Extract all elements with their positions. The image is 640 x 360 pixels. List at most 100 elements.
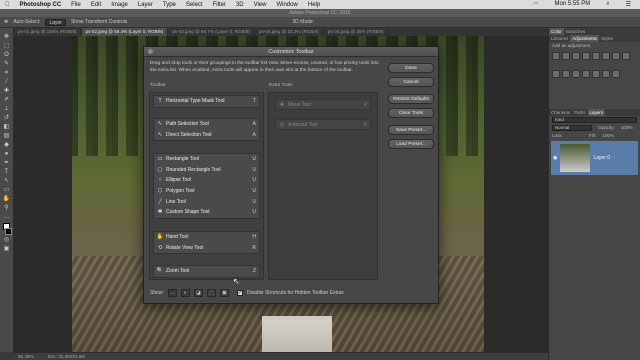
tool-item[interactable]: ⟲ Rotate View Tool R xyxy=(154,243,259,254)
extra-tool-item[interactable]: ✥ Move Tool V xyxy=(275,99,371,110)
tool-group[interactable]: ↖ Path Selection Tool A ↖ Direct Selecti… xyxy=(153,118,260,142)
opacity-value[interactable]: 100% xyxy=(618,124,636,132)
move-tool-icon[interactable]: ✥ xyxy=(4,19,8,25)
curves-icon[interactable] xyxy=(572,52,580,60)
more-icon[interactable]: … xyxy=(3,214,11,221)
disable-shortcuts-checkbox[interactable]: ✓ xyxy=(236,290,243,296)
doc-tab[interactable]: ps-05.jpeg @ 25% (RGB/8) xyxy=(324,28,389,36)
doc-tab[interactable]: ps-04.jpeg @ 33.3% (RGB/8) xyxy=(255,28,324,36)
tab-paths[interactable]: Paths xyxy=(572,109,588,116)
menu-3d[interactable]: 3D xyxy=(231,2,249,8)
gradient-map-icon[interactable] xyxy=(602,70,610,78)
tool-group[interactable]: ▭ Rectangle Tool U ▢ Rounded Rectangle T… xyxy=(153,153,260,219)
load-preset-button[interactable]: Load Preset... xyxy=(388,139,434,149)
tool-group[interactable]: T Horizontal Type Mask Tool T xyxy=(153,95,260,108)
levels-icon[interactable] xyxy=(562,52,570,60)
toolbar-list[interactable]: T Horizontal Type Mask Tool T ↖ Path Sel… xyxy=(149,92,264,280)
extra-tools-list[interactable]: ✥ Move Tool V ⊡ Artboard Tool V xyxy=(268,92,378,280)
shape-icon[interactable]: ▭ xyxy=(3,187,11,194)
tool-item[interactable]: ✱ Custom Shape Tool U xyxy=(154,207,259,218)
path-select-icon[interactable]: ↖ xyxy=(3,178,11,185)
menu-file[interactable]: File xyxy=(66,2,86,8)
tab-styles[interactable]: Styles xyxy=(599,35,615,42)
clear-tools-button[interactable]: Clear Tools xyxy=(388,108,434,118)
threshold-icon[interactable] xyxy=(592,70,600,78)
history-brush-icon[interactable]: ↺ xyxy=(3,115,11,122)
wifi-icon[interactable]: ◠ xyxy=(528,1,543,8)
doc-tab[interactable]: ps-01.jpeg @ 155% (RGB/8) xyxy=(14,28,82,36)
exposure-icon[interactable] xyxy=(582,52,590,60)
clock[interactable]: Mon 5:55 PM xyxy=(550,1,596,8)
tool-group[interactable]: 🔍 Zoom Tool Z xyxy=(153,265,260,278)
tool-item[interactable]: ○ Ellipse Tool U xyxy=(154,175,259,186)
more-tools-icon[interactable]: … xyxy=(167,289,177,297)
zoom-level[interactable]: 55.38% xyxy=(18,354,34,359)
quick-mask-icon[interactable]: ◎ xyxy=(3,237,11,244)
blur-icon[interactable]: ◆ xyxy=(3,142,11,149)
show-transform-checkbox[interactable]: Show Transform Controls xyxy=(71,19,127,25)
cancel-button[interactable]: Cancel xyxy=(388,77,434,87)
dodge-icon[interactable]: ● xyxy=(3,151,11,158)
kind-filter[interactable]: Kind xyxy=(552,117,637,123)
edit-toolbar-icon[interactable]: ◐ xyxy=(180,289,190,297)
blend-mode[interactable]: Normal xyxy=(552,125,592,131)
photo-filter-icon[interactable] xyxy=(552,70,560,78)
brush-icon[interactable]: ✐ xyxy=(3,97,11,104)
eye-icon[interactable]: ◉ xyxy=(553,155,557,161)
tool-item[interactable]: ↖ Path Selection Tool A xyxy=(154,119,259,130)
tool-item[interactable]: ▢ Rounded Rectangle Tool U xyxy=(154,165,259,176)
menu-view[interactable]: View xyxy=(249,2,272,8)
tab-color[interactable]: Color xyxy=(549,28,564,35)
color-balance-icon[interactable] xyxy=(612,52,620,60)
layer-name[interactable]: Layer 0 xyxy=(593,155,610,161)
healing-icon[interactable]: ✚ xyxy=(3,88,11,95)
lasso-icon[interactable]: ʘ xyxy=(3,52,11,59)
layer-row[interactable]: ◉ Layer 0 xyxy=(551,141,638,175)
channel-mixer-icon[interactable] xyxy=(562,70,570,78)
doc-tab-active[interactable]: ps-02.jpeg @ 55.4% (Layer 0, RGB/8) xyxy=(81,28,169,36)
menu-type[interactable]: Type xyxy=(158,2,181,8)
posterize-icon[interactable] xyxy=(582,70,590,78)
save-preset-button[interactable]: Save Preset... xyxy=(388,125,434,135)
stamp-icon[interactable]: ⊥ xyxy=(3,106,11,113)
menu-window[interactable]: Window xyxy=(272,2,303,8)
tool-item[interactable]: ↖ Direct Selection Tool A xyxy=(154,130,259,141)
type-icon[interactable]: T xyxy=(3,169,11,176)
close-icon[interactable] xyxy=(148,49,153,54)
auto-select-dropdown[interactable]: Layer xyxy=(45,18,66,26)
hand-icon[interactable]: ✋ xyxy=(3,196,11,203)
hue-icon[interactable] xyxy=(602,52,610,60)
background-color[interactable] xyxy=(5,228,12,235)
eyedropper-icon[interactable]: ⁄ xyxy=(3,79,11,86)
fill-value[interactable]: 100% xyxy=(599,132,617,139)
tool-item[interactable]: 🔍 Zoom Tool Z xyxy=(154,266,259,277)
screen-mode-icon[interactable]: ▣ xyxy=(3,246,11,253)
quick-mask-toggle-icon[interactable]: ⬚ xyxy=(206,289,216,297)
doc-tab[interactable]: ps-03.jpeg @ 66.7% (Layer 0, RGB/8) xyxy=(168,28,255,36)
app-name[interactable]: Photoshop CC xyxy=(15,2,67,8)
menu-layer[interactable]: Layer xyxy=(133,2,158,8)
vibrance-icon[interactable] xyxy=(592,52,600,60)
zoom-icon[interactable]: ⚲ xyxy=(3,205,11,212)
disable-shortcuts-label[interactable]: Disable Shortcuts for Hidden Toolbar Ext… xyxy=(247,290,344,296)
menu-edit[interactable]: Edit xyxy=(86,2,106,8)
brightness-icon[interactable] xyxy=(552,52,560,60)
tool-group[interactable]: ✋ Hand Tool H ⟲ Rotate View Tool R xyxy=(153,231,260,255)
pen-icon[interactable]: ✒ xyxy=(3,160,11,167)
auto-select-checkbox[interactable]: Auto-Select: xyxy=(13,19,40,25)
menu-image[interactable]: Image xyxy=(106,2,133,8)
marquee-icon[interactable]: ⬚ xyxy=(3,43,11,50)
apple-icon[interactable]:  xyxy=(0,2,15,8)
search-icon[interactable]: ⌕ xyxy=(601,1,614,8)
tool-item[interactable]: T Horizontal Type Mask Tool T xyxy=(154,96,259,107)
done-button[interactable]: Done xyxy=(388,63,434,73)
restore-defaults-button[interactable]: Restore Defaults xyxy=(388,94,434,104)
tool-item[interactable]: ╱ Line Tool U xyxy=(154,196,259,207)
bw-icon[interactable] xyxy=(622,52,630,60)
tool-item[interactable]: ▭ Rectangle Tool U xyxy=(154,154,259,165)
selective-color-icon[interactable] xyxy=(612,70,620,78)
menu-help[interactable]: Help xyxy=(303,2,325,8)
invert-icon[interactable] xyxy=(572,70,580,78)
extra-tool-item[interactable]: ⊡ Artboard Tool V xyxy=(275,119,371,130)
tab-channels[interactable]: Channels xyxy=(549,109,572,116)
